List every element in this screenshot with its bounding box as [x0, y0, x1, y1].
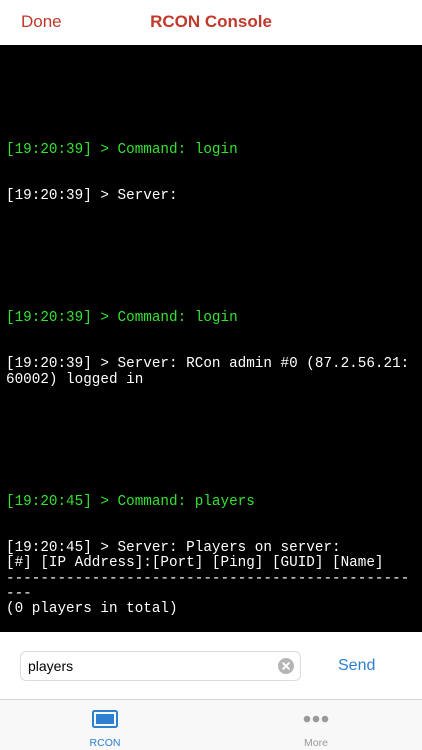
- server-response: [19:20:45] > Server: Players on server: …: [6, 539, 410, 618]
- clear-icon[interactable]: [278, 658, 294, 674]
- console-log: [19:20:39] > Command: login [19:20:39] >…: [6, 82, 416, 632]
- monitor-icon: [92, 710, 118, 728]
- tab-rcon[interactable]: RCON: [65, 700, 145, 750]
- command-line: [19:20:39] > Command: login: [6, 310, 238, 327]
- command-field[interactable]: [20, 651, 301, 681]
- tab-bar: RCON More: [0, 699, 422, 750]
- console-entry: [19:20:45] > Command: players [19:20:45]…: [6, 464, 416, 632]
- nav-bar: Done RCON Console: [0, 0, 422, 45]
- more-dots-icon: [303, 715, 329, 723]
- command-input[interactable]: [28, 654, 268, 678]
- tab-more[interactable]: More: [276, 700, 356, 750]
- tab-more-label: More: [304, 737, 328, 749]
- page-title: RCON Console: [150, 12, 272, 31]
- command-input-bar: Send: [0, 632, 422, 699]
- console-entry: [19:20:39] > Command: login [19:20:39] >…: [6, 281, 416, 419]
- tab-rcon-label: RCON: [89, 737, 121, 749]
- command-line: [19:20:39] > Command: login: [6, 142, 238, 159]
- console-output[interactable]: [19:20:39] > Command: login [19:20:39] >…: [0, 45, 422, 632]
- server-response: [19:20:39] > Server:: [6, 188, 178, 205]
- send-button[interactable]: Send: [338, 657, 375, 675]
- console-entry: [19:20:39] > Command: login [19:20:39] >…: [6, 113, 416, 235]
- command-line: [19:20:45] > Command: players: [6, 494, 255, 511]
- server-response: [19:20:39] > Server: RCon admin #0 (87.2…: [6, 356, 410, 388]
